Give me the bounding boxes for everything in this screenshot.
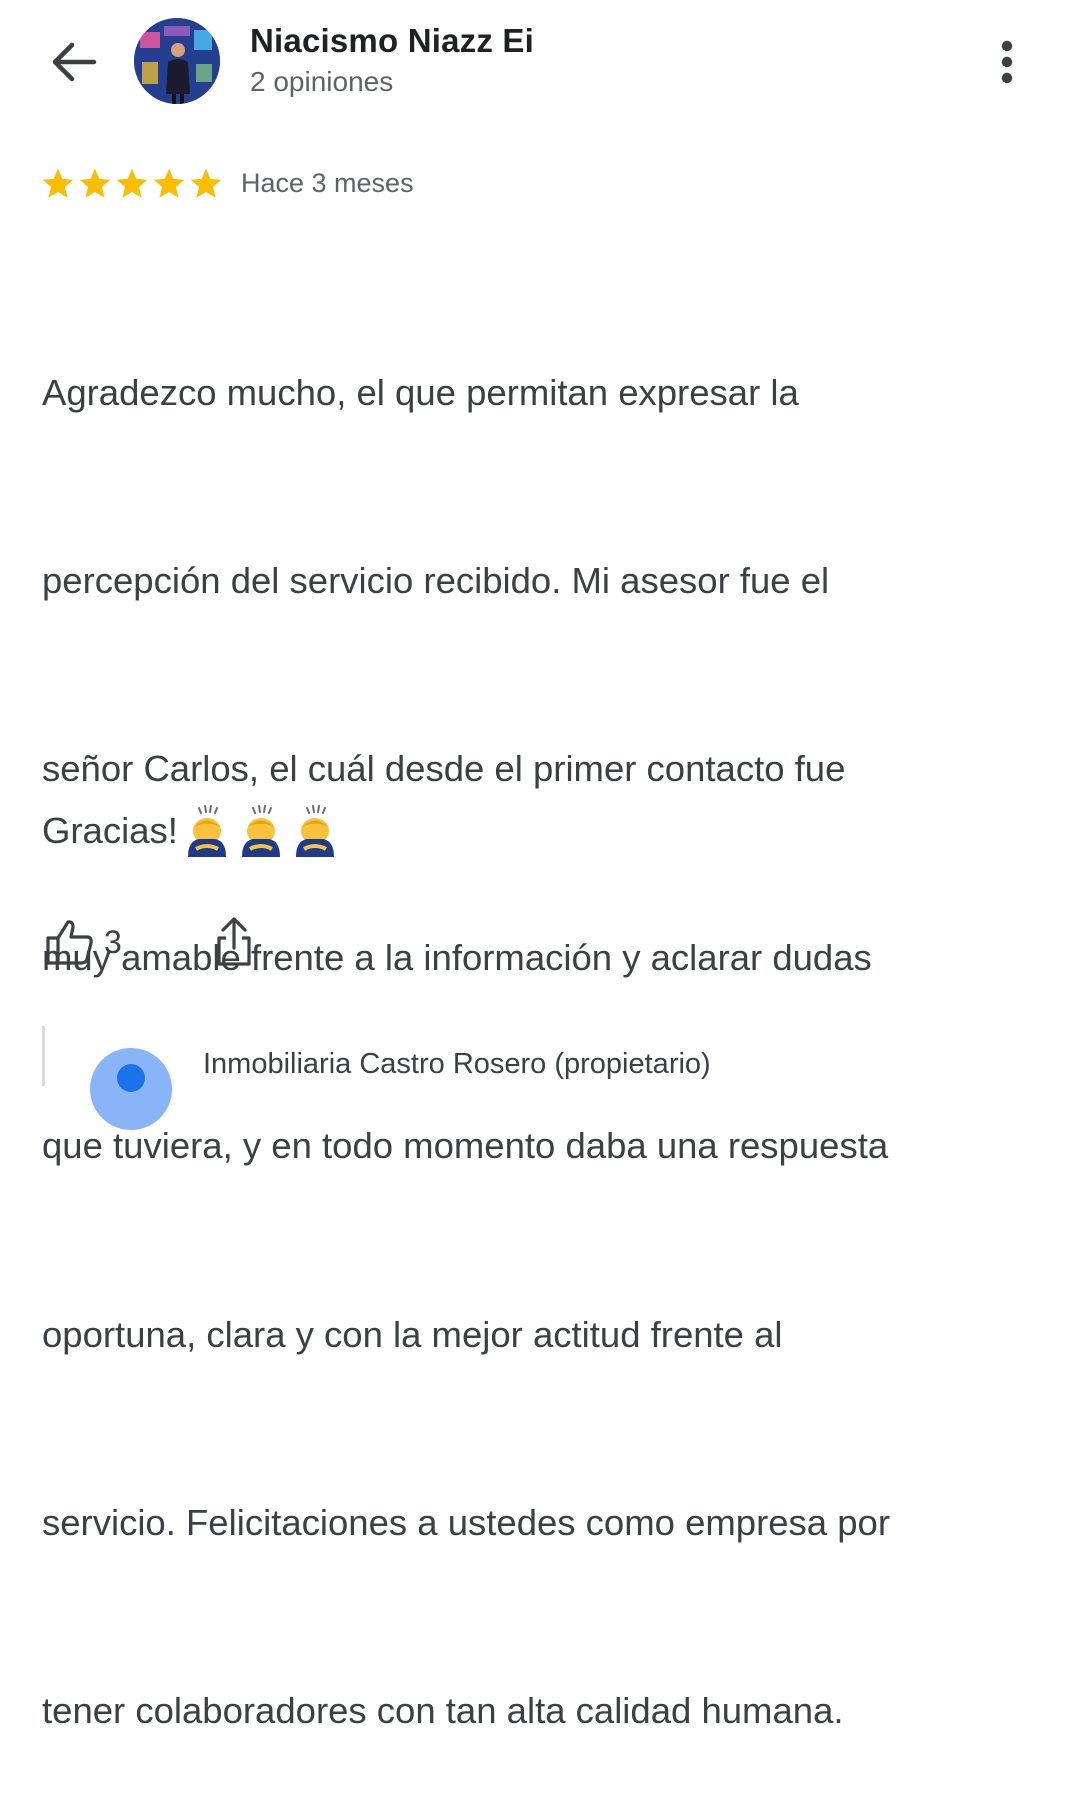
star-icon bbox=[116, 168, 148, 198]
share-button[interactable] bbox=[210, 914, 258, 970]
author-name[interactable]: Niacismo Niazz Ei bbox=[250, 22, 534, 60]
person-icon bbox=[117, 1064, 145, 1092]
star-rating bbox=[40, 166, 224, 202]
reply-divider bbox=[42, 1026, 45, 1086]
review-line: servicio. Felicitaciones a ustedes como … bbox=[42, 1501, 890, 1543]
review-line: muy amable frente a la información y acl… bbox=[42, 936, 872, 978]
review-closing: Gracias! bbox=[42, 800, 340, 862]
review-line: señor Carlos, el cuál desde el primer co… bbox=[42, 748, 846, 790]
closing-text: Gracias! bbox=[42, 810, 178, 851]
owner-name: Inmobiliaria Castro Rosero (propietario) bbox=[203, 1048, 711, 1080]
author-photo bbox=[134, 18, 220, 104]
person-bowing-emoji bbox=[290, 805, 340, 857]
star-icon bbox=[79, 168, 111, 198]
like-count: 3 bbox=[104, 924, 122, 960]
like-button[interactable] bbox=[44, 916, 96, 968]
owner-avatar bbox=[90, 1048, 172, 1130]
more-vert-icon bbox=[1001, 40, 1013, 84]
review-text: Agradezco mucho, el que permitan expresa… bbox=[42, 236, 1052, 1806]
more-options-button[interactable] bbox=[988, 34, 1026, 90]
back-button[interactable] bbox=[44, 34, 104, 90]
author-avatar[interactable] bbox=[134, 18, 220, 104]
review-line: oportuna, clara y con la mejor actitud f… bbox=[42, 1313, 783, 1355]
review-line: Agradezco mucho, el que permitan expresa… bbox=[42, 371, 799, 413]
author-review-count: 2 opiniones bbox=[250, 66, 394, 97]
review-line: percepción del servicio recibido. Mi ase… bbox=[42, 559, 830, 601]
review-line: tener colaboradores con tan alta calidad… bbox=[42, 1690, 844, 1732]
star-icon bbox=[153, 168, 185, 198]
star-icon bbox=[190, 168, 222, 198]
arrow-back-icon bbox=[52, 42, 97, 82]
review-time: Hace 3 meses bbox=[241, 168, 414, 198]
person-bowing-emoji bbox=[236, 805, 286, 857]
review-line: que tuviera, y en todo momento daba una … bbox=[42, 1125, 889, 1167]
star-icon bbox=[42, 168, 74, 198]
thumb-up-icon bbox=[46, 920, 93, 965]
person-bowing-emoji bbox=[182, 805, 232, 857]
share-icon bbox=[217, 917, 251, 966]
